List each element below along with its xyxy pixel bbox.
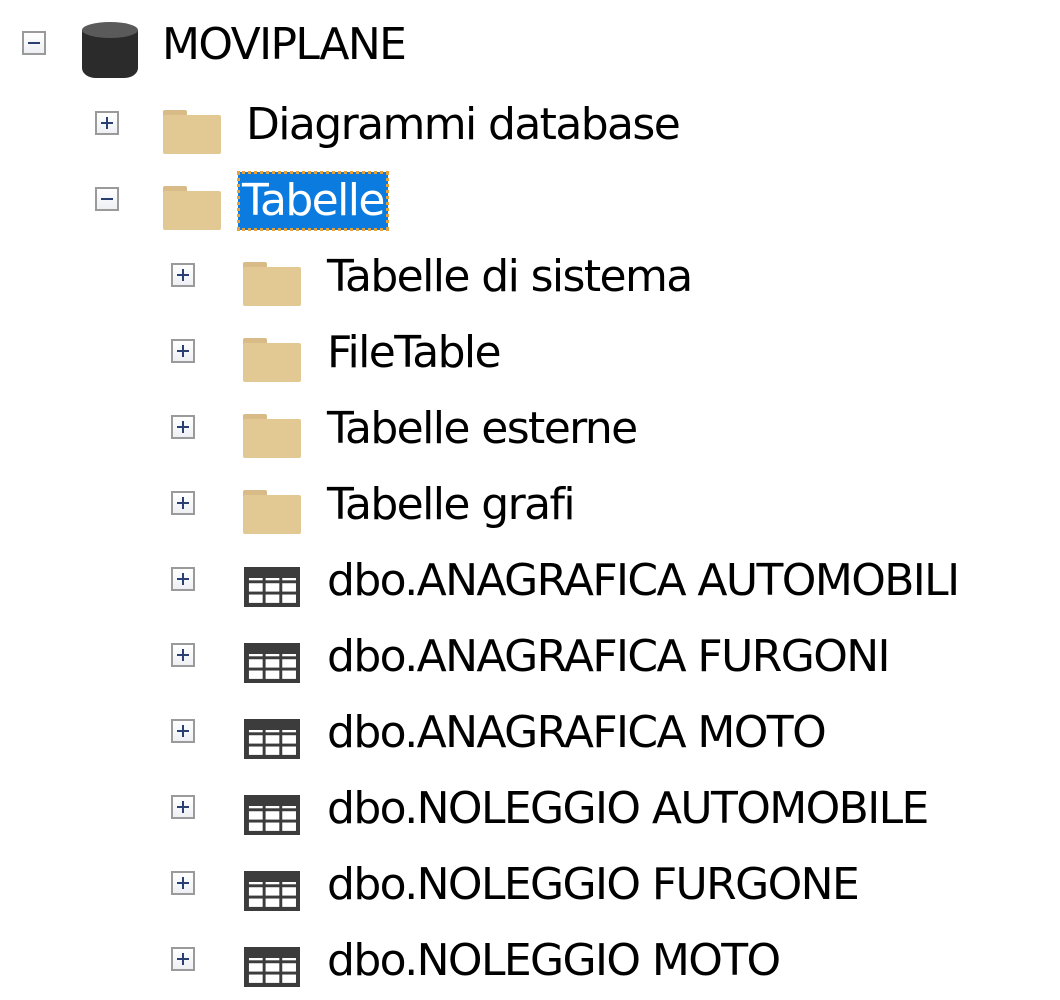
tree-node-label: dbo.ANAGRAFICA AUTOMOBILI: [327, 555, 960, 606]
table-icon: [244, 567, 300, 607]
object-explorer-tree: MOVIPLANE Diagrammi database Tabelle Tab…: [0, 0, 1060, 987]
tree-node-table[interactable]: dbo.NOLEGGIO MOTO: [0, 924, 1060, 1000]
folder-icon: [243, 414, 301, 458]
expand-toggle[interactable]: [171, 947, 195, 971]
tree-node-database[interactable]: MOVIPLANE: [0, 8, 1060, 84]
table-icon: [244, 947, 300, 987]
expand-toggle[interactable]: [171, 795, 195, 819]
table-icon: [244, 719, 300, 759]
tree-node-label: dbo.ANAGRAFICA FURGONI: [327, 631, 891, 682]
tree-node-label: dbo.ANAGRAFICA MOTO: [327, 707, 827, 758]
folder-icon: [163, 110, 221, 154]
tree-node-table[interactable]: dbo.NOLEGGIO FURGONE: [0, 848, 1060, 924]
expand-toggle[interactable]: [171, 415, 195, 439]
tree-node-label: Tabelle esterne: [327, 403, 638, 454]
tree-node-label: Diagrammi database: [246, 99, 681, 150]
tree-node-diagrammi-database[interactable]: Diagrammi database: [0, 88, 1060, 164]
tree-node-label: Tabelle di sistema: [327, 251, 693, 302]
tree-node-tabelle-grafi[interactable]: Tabelle grafi: [0, 468, 1060, 544]
tree-node-label: FileTable: [327, 327, 502, 378]
expand-toggle[interactable]: [171, 719, 195, 743]
tree-node-tabelle-esterne[interactable]: Tabelle esterne: [0, 392, 1060, 468]
tree-node-label: dbo.NOLEGGIO FURGONE: [327, 859, 860, 910]
database-icon: [82, 22, 138, 82]
table-icon: [244, 795, 300, 835]
tree-node-table[interactable]: dbo.ANAGRAFICA AUTOMOBILI: [0, 544, 1060, 620]
tree-node-table[interactable]: dbo.ANAGRAFICA FURGONI: [0, 620, 1060, 696]
folder-icon: [243, 262, 301, 306]
expand-toggle[interactable]: [171, 339, 195, 363]
collapse-toggle[interactable]: [22, 31, 46, 55]
table-icon: [244, 643, 300, 683]
tree-node-label: dbo.NOLEGGIO MOTO: [327, 935, 781, 986]
folder-icon: [243, 490, 301, 534]
folder-icon: [163, 186, 221, 230]
tree-node-label: Tabelle grafi: [327, 479, 576, 530]
tree-node-table[interactable]: dbo.ANAGRAFICA MOTO: [0, 696, 1060, 772]
tree-node-label-selected: Tabelle: [237, 171, 389, 231]
expand-toggle[interactable]: [171, 491, 195, 515]
tree-node-table[interactable]: dbo.NOLEGGIO AUTOMOBILE: [0, 772, 1060, 848]
folder-icon: [243, 338, 301, 382]
expand-toggle[interactable]: [171, 567, 195, 591]
tree-node-tabelle[interactable]: Tabelle: [0, 164, 1060, 240]
tree-node-label: dbo.NOLEGGIO AUTOMOBILE: [327, 783, 929, 834]
tree-node-tabelle-di-sistema[interactable]: Tabelle di sistema: [0, 240, 1060, 316]
collapse-toggle[interactable]: [95, 187, 119, 211]
tree-node-filetable[interactable]: FileTable: [0, 316, 1060, 392]
expand-toggle[interactable]: [171, 871, 195, 895]
expand-toggle[interactable]: [171, 643, 195, 667]
expand-toggle[interactable]: [171, 263, 195, 287]
expand-toggle[interactable]: [95, 111, 119, 135]
table-icon: [244, 871, 300, 911]
tree-node-label: MOVIPLANE: [162, 19, 407, 70]
